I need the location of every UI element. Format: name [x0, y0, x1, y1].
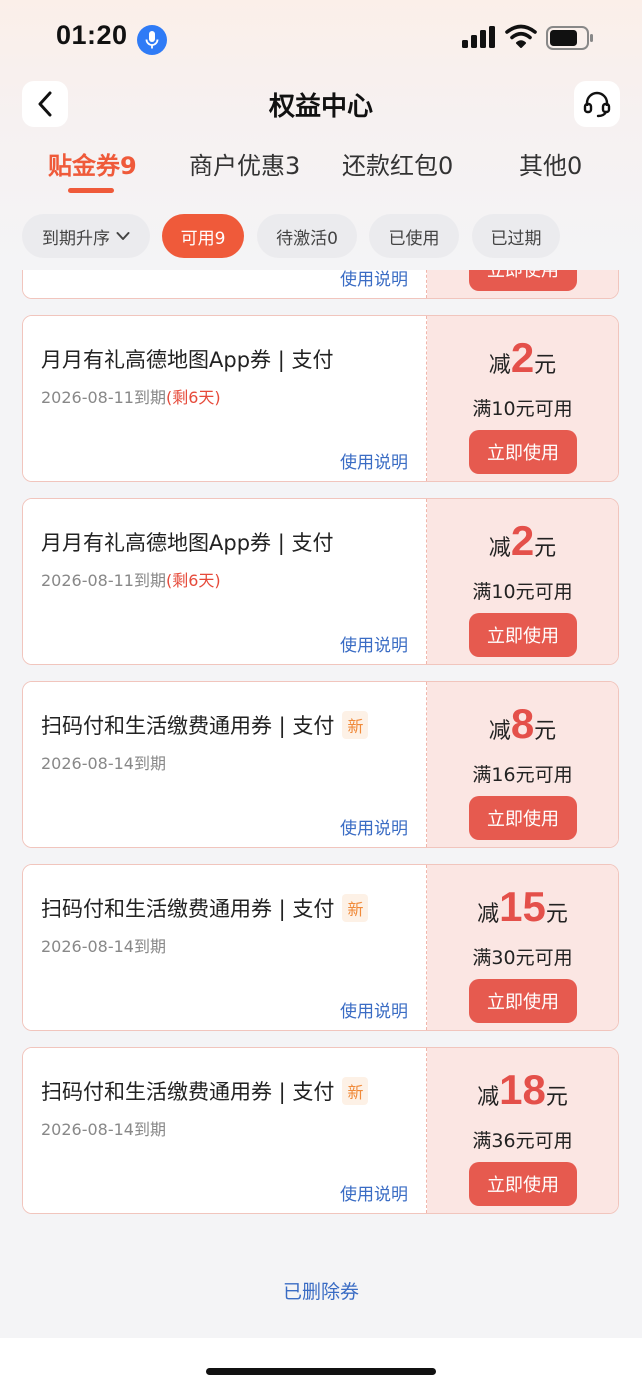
usage-instructions-link[interactable]: 使用说明 [340, 270, 408, 290]
usage-instructions-link[interactable]: 使用说明 [340, 1180, 408, 1205]
coupon-card: 扫码付和生活缴费通用券 | 支付新 2026-08-14到期 使用说明 减18元… [22, 1047, 619, 1214]
tab-merchant-offers[interactable]: 商户优惠3 [189, 146, 300, 181]
tab-repayment-redpacket[interactable]: 还款红包0 [342, 146, 453, 181]
coupon-title: 扫码付和生活缴费通用券 | 支付新 [41, 710, 369, 740]
coupon-expiry: 2026-08-11到期(剩6天) [41, 571, 221, 590]
microphone-icon [137, 25, 167, 55]
coupon-card: 使用说明 立即使用 [22, 270, 619, 299]
page-header: 权益中心 [0, 78, 642, 128]
min-spend: 满30元可用 [472, 947, 573, 969]
status-bar: 01:20 [0, 0, 642, 78]
coupon-info: 月月有礼高德地图App券 | 支付 2026-08-11到期(剩6天) 使用说明 [23, 316, 426, 481]
new-badge: 新 [342, 711, 369, 739]
coupon-value: 减15元 满30元可用 立即使用 [427, 865, 618, 1030]
battery-icon [546, 26, 593, 50]
coupon-value: 减18元 满36元可用 立即使用 [427, 1048, 618, 1213]
category-tabs: 贴金券9 商户优惠3 还款红包0 其他0 [0, 146, 642, 196]
bottom-safe-area [0, 1338, 642, 1389]
coupon-expiry: 2026-08-14到期 [41, 1120, 166, 1139]
use-now-button[interactable]: 立即使用 [469, 270, 577, 291]
coupon-value: 减2元 满10元可用 立即使用 [427, 499, 618, 664]
use-now-button[interactable]: 立即使用 [469, 1162, 577, 1206]
discount-amount: 减8元 [488, 700, 557, 747]
coupon-expiry: 2026-08-14到期 [41, 937, 166, 956]
status-time: 01:20 [56, 20, 128, 50]
coupon-info: 使用说明 [23, 270, 426, 298]
active-tab-indicator [68, 188, 114, 193]
use-now-button[interactable]: 立即使用 [469, 430, 577, 474]
filter-used[interactable]: 已使用 [369, 214, 459, 258]
coupon-value: 减8元 满16元可用 立即使用 [427, 682, 618, 847]
use-now-button[interactable]: 立即使用 [469, 796, 577, 840]
usage-instructions-link[interactable]: 使用说明 [340, 997, 408, 1022]
usage-instructions-link[interactable]: 使用说明 [340, 814, 408, 839]
use-now-button[interactable]: 立即使用 [469, 613, 577, 657]
filter-expired[interactable]: 已过期 [472, 214, 560, 258]
new-badge: 新 [342, 894, 369, 922]
min-spend: 满16元可用 [472, 764, 573, 786]
coupon-card: 扫码付和生活缴费通用券 | 支付新 2026-08-14到期 使用说明 减15元… [22, 864, 619, 1031]
sort-dropdown-label: 到期升序 [42, 228, 110, 249]
coupon-title: 扫码付和生活缴费通用券 | 支付新 [41, 1076, 369, 1106]
new-badge: 新 [342, 1077, 369, 1105]
coupon-card: 月月有礼高德地图App券 | 支付 2026-08-11到期(剩6天) 使用说明… [22, 315, 619, 482]
coupon-value: 立即使用 [427, 270, 618, 298]
coupon-info: 扫码付和生活缴费通用券 | 支付新 2026-08-14到期 使用说明 [23, 1048, 426, 1213]
usage-instructions-link[interactable]: 使用说明 [340, 448, 408, 473]
coupon-expiry: 2026-08-14到期 [41, 754, 166, 773]
discount-amount: 减2元 [488, 517, 557, 564]
filter-available[interactable]: 可用9 [162, 214, 244, 258]
customer-service-button[interactable] [574, 81, 620, 127]
min-spend: 满10元可用 [472, 581, 573, 603]
min-spend: 满36元可用 [472, 1130, 573, 1152]
sort-dropdown[interactable]: 到期升序 [22, 214, 150, 258]
discount-amount: 减15元 [477, 883, 568, 930]
filter-chips: 到期升序 可用9 待激活0 已使用 已过期 [0, 214, 642, 260]
coupon-card: 扫码付和生活缴费通用券 | 支付新 2026-08-14到期 使用说明 减8元 … [22, 681, 619, 848]
coupon-expiry: 2026-08-11到期(剩6天) [41, 388, 221, 407]
home-indicator[interactable] [206, 1368, 436, 1375]
deleted-coupons-link[interactable]: 已删除券 [0, 1277, 642, 1304]
coupon-title: 月月有礼高德地图App券 | 支付 [41, 531, 334, 555]
tab-others[interactable]: 其他0 [519, 146, 582, 181]
wifi-icon [505, 24, 537, 48]
days-remaining: (剩6天) [166, 571, 221, 590]
coupon-info: 扫码付和生活缴费通用券 | 支付新 2026-08-14到期 使用说明 [23, 865, 426, 1030]
tab-gold-coupons[interactable]: 贴金券9 [48, 146, 137, 181]
page-title: 权益中心 [268, 92, 373, 122]
coupon-title: 扫码付和生活缴费通用券 | 支付新 [41, 893, 369, 923]
coupon-info: 月月有礼高德地图App券 | 支付 2026-08-11到期(剩6天) 使用说明 [23, 499, 426, 664]
usage-instructions-link[interactable]: 使用说明 [340, 631, 408, 656]
discount-amount: 减2元 [488, 334, 557, 381]
coupon-card: 月月有礼高德地图App券 | 支付 2026-08-11到期(剩6天) 使用说明… [22, 498, 619, 665]
coupon-title: 月月有礼高德地图App券 | 支付 [41, 348, 334, 372]
coupon-info: 扫码付和生活缴费通用券 | 支付新 2026-08-14到期 使用说明 [23, 682, 426, 847]
discount-amount: 减18元 [477, 1066, 568, 1113]
cellular-signal-icon [462, 26, 495, 48]
use-now-button[interactable]: 立即使用 [469, 979, 577, 1023]
days-remaining: (剩6天) [166, 388, 221, 407]
filter-pending-activation[interactable]: 待激活0 [257, 214, 357, 258]
min-spend: 满10元可用 [472, 398, 573, 420]
coupon-list[interactable]: 使用说明 立即使用 月月有礼高德地图App券 | 支付 2026-08-11到期… [0, 270, 642, 1338]
chevron-down-icon [116, 232, 130, 240]
coupon-value: 减2元 满10元可用 立即使用 [427, 316, 618, 481]
headset-icon [583, 91, 611, 118]
